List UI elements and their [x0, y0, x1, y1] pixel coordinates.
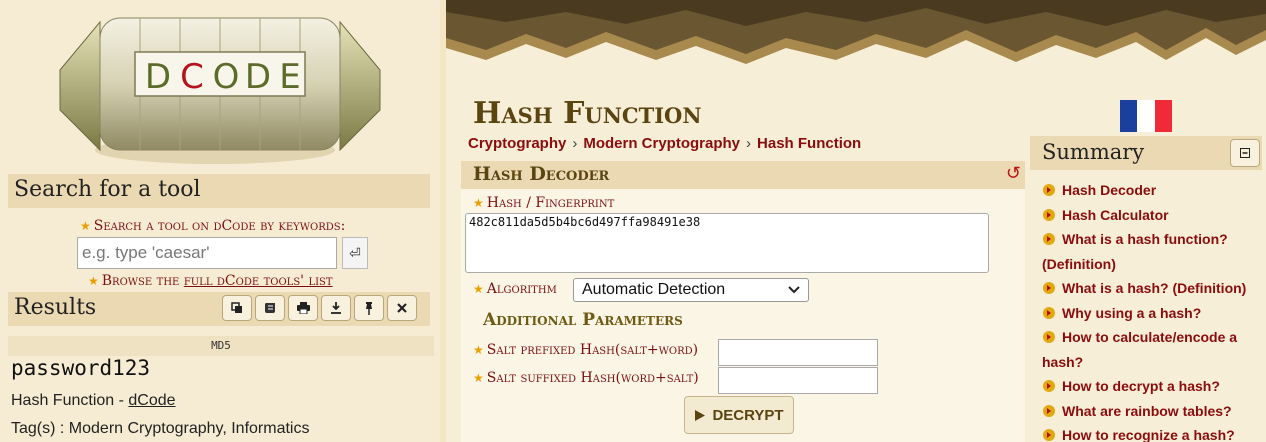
summary-item-why-hash[interactable]: Why using a a hash?	[1042, 301, 1260, 326]
star-icon: ★	[80, 219, 91, 233]
download-button[interactable]	[321, 295, 351, 321]
search-input[interactable]	[77, 237, 337, 269]
breadcrumb: Cryptography › Modern Cryptography › Hash Fu…	[468, 135, 862, 152]
summary-item-how-to-calculate[interactable]: How to calculate/encode a hash?	[1042, 325, 1260, 374]
close-results-button[interactable]	[387, 295, 417, 321]
minus-box-icon	[1240, 148, 1250, 158]
breadcrumb-modern-cryptography[interactable]: Modern Cryptography	[583, 135, 740, 152]
decoder-header: Hash Decoder ↺	[461, 161, 1025, 189]
summary-collapse-button[interactable]	[1230, 139, 1260, 167]
bullet-arrow-icon	[1043, 208, 1055, 221]
summary-title: Summary	[1042, 140, 1145, 164]
algorithm-select[interactable]: Automatic Detection	[573, 278, 809, 302]
logo-letter-5: E	[279, 57, 300, 97]
close-icon	[397, 303, 407, 313]
logo-letter-3: O	[213, 57, 240, 97]
star-icon: ★	[473, 343, 484, 357]
flag-red-stripe	[1154, 100, 1172, 132]
salt-prefixed-label: ★ Salt prefixed Hash(salt+word)	[473, 342, 699, 358]
hash-label: ★ Hash / Fingerprint	[473, 195, 615, 211]
decoder-title: Hash Decoder	[473, 163, 610, 185]
bullet-arrow-icon	[1043, 331, 1055, 343]
decrypt-label: DECRYPT	[712, 406, 784, 424]
star-icon: ★	[88, 274, 99, 288]
summary-item-recognize-hash[interactable]: How to recognize a hash?	[1042, 423, 1260, 442]
star-icon: ★	[473, 282, 484, 296]
flag-blue-stripe	[1120, 100, 1138, 132]
breadcrumb-hash-function[interactable]: Hash Function	[757, 135, 861, 152]
decrypt-button[interactable]: DECRYPT	[684, 396, 794, 434]
chevron-down-icon	[788, 286, 800, 294]
salt-suffixed-input[interactable]	[718, 367, 878, 394]
print-icon	[296, 302, 310, 314]
search-label: ★ Search a tool on dCode by keywords:	[80, 218, 346, 234]
dcode-logo[interactable]: D C O D E	[40, 0, 400, 172]
result-type-label: MD5	[8, 336, 434, 356]
star-icon: ★	[473, 371, 484, 385]
summary-item-what-is-hash[interactable]: What is a hash? (Definition)	[1042, 276, 1260, 301]
summary-list: Hash Decoder Hash Calculator What is a h…	[1042, 178, 1260, 442]
summary-item-hash-decoder[interactable]: Hash Decoder	[1042, 178, 1260, 203]
breadcrumb-cryptography[interactable]: Cryptography	[468, 135, 566, 152]
bullet-arrow-icon	[1043, 184, 1055, 196]
logo-letter-1: D	[145, 57, 171, 97]
summary-item-what-is-hash-function[interactable]: What is a hash function? (Definition)	[1042, 227, 1260, 276]
result-source: Hash Function - dCode	[11, 392, 176, 409]
copy-button[interactable]	[222, 295, 252, 321]
script-button[interactable]	[255, 295, 285, 321]
dcode-link[interactable]: dCode	[128, 392, 175, 409]
bullet-arrow-icon	[1043, 306, 1055, 319]
results-section-title: Results	[14, 295, 97, 320]
additional-parameters-title: Additional Parameters	[483, 310, 683, 330]
search-submit-button[interactable]: ⏎	[342, 237, 368, 269]
pin-button[interactable]	[354, 295, 384, 321]
parchment-torn-edge	[446, 0, 1266, 90]
logo-letter-2: C	[180, 57, 204, 97]
refresh-icon[interactable]: ↺	[1006, 163, 1021, 184]
bullet-arrow-icon	[1043, 404, 1055, 417]
bullet-arrow-icon	[1043, 282, 1055, 294]
bullet-arrow-icon	[1043, 429, 1055, 441]
results-toolbar	[222, 295, 417, 321]
browse-tools-line: ★ Browse the full dCode tools' list	[88, 273, 333, 289]
algorithm-selected-value: Automatic Detection	[582, 281, 726, 298]
summary-header: Summary	[1030, 136, 1262, 170]
summary-item-how-to-decrypt[interactable]: How to decrypt a hash?	[1042, 374, 1260, 399]
algorithm-label: ★ Algorithm	[473, 281, 557, 297]
pin-icon	[366, 301, 372, 315]
hash-input[interactable]: 482c811da5d5b4bc6d497ffa98491e38	[465, 213, 989, 273]
salt-prefixed-input[interactable]	[718, 339, 878, 366]
page-title: Hash Function	[473, 96, 702, 131]
bullet-arrow-icon	[1043, 380, 1055, 392]
script-icon	[264, 303, 275, 313]
logo-letter-4: D	[245, 57, 271, 97]
enter-icon: ⏎	[349, 244, 361, 261]
full-tools-list-link[interactable]: full dCode tools' list	[184, 273, 333, 289]
result-value[interactable]: password123	[11, 356, 150, 380]
star-icon: ★	[473, 196, 484, 210]
download-icon	[331, 302, 341, 314]
print-button[interactable]	[288, 295, 318, 321]
play-icon	[695, 409, 706, 421]
flag-white-stripe	[1137, 100, 1155, 132]
search-section-title: Search for a tool	[14, 177, 201, 202]
salt-suffixed-label: ★ Salt suffixed Hash(word+salt)	[473, 370, 699, 386]
summary-item-hash-calculator[interactable]: Hash Calculator	[1042, 203, 1260, 228]
summary-item-rainbow-tables[interactable]: What are rainbow tables?	[1042, 399, 1260, 424]
search-section-header: Search for a tool	[8, 174, 430, 208]
result-tags: Tag(s) : Modern Cryptography, Informatic…	[11, 420, 310, 437]
copy-icon	[231, 302, 242, 313]
french-flag-icon[interactable]	[1120, 100, 1172, 132]
bullet-arrow-icon	[1043, 233, 1055, 245]
